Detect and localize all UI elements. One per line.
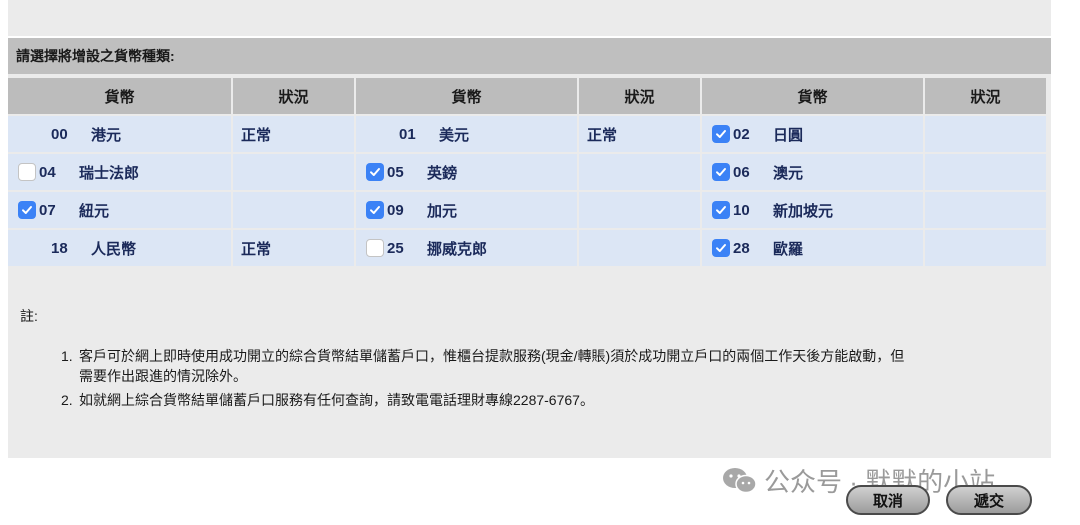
status-cell: [231, 192, 354, 228]
currency-panel: 請選擇將增設之貨幣種類: 貨幣 狀況 貨幣 狀況 貨幣 狀況 00 港元 正常 01 美…: [8, 38, 1051, 458]
currency-code: 07: [39, 201, 56, 219]
currency-code: 18: [51, 239, 68, 257]
header-status: 狀況: [577, 78, 700, 114]
status-text: 正常: [241, 240, 272, 258]
currency-name: 歐羅: [773, 240, 804, 258]
currency-name: 港元: [91, 126, 122, 144]
currency-name: 紐元: [79, 202, 110, 220]
currency-name: 加元: [427, 202, 458, 220]
checkmark-icon: [369, 166, 381, 178]
currency-code: 09: [387, 201, 404, 219]
checkmark-icon: [369, 204, 381, 216]
checkmark-icon: [715, 242, 727, 254]
currency-code: 01: [399, 125, 416, 143]
table-row: 18 人民幣 正常 25 挪威克郎 28 歐羅: [8, 230, 1046, 266]
header-currency: 貨幣: [354, 78, 577, 114]
currency-cell: 01 美元: [354, 116, 577, 152]
checkmark-icon: [715, 166, 727, 178]
table-row: 00 港元 正常 01 美元 正常 02 日圓: [8, 116, 1046, 152]
currency-cell[interactable]: 28 歐羅: [700, 230, 923, 266]
status-cell: 正常: [231, 230, 354, 266]
currency-cell: 00 港元: [8, 116, 231, 152]
currency-cell[interactable]: 09 加元: [354, 192, 577, 228]
note-item: 1. 客戶可於網上即時使用成功開立的綜合貨幣結單儲蓄戶口，惟櫃台提款服務(現金/…: [20, 346, 909, 386]
note-number: 1.: [61, 348, 73, 364]
currency-name: 日圓: [773, 126, 804, 144]
cancel-button[interactable]: 取消: [846, 485, 930, 515]
currency-code: 04: [39, 163, 56, 181]
currency-code: 05: [387, 163, 404, 181]
currency-code: 02: [733, 125, 750, 143]
currency-code: 06: [733, 163, 750, 181]
currency-cell[interactable]: 25 挪威克郎: [354, 230, 577, 266]
status-cell: 正常: [231, 116, 354, 152]
currency-checkbox[interactable]: [712, 125, 730, 143]
checkmark-icon: [715, 128, 727, 140]
currency-name: 人民幣: [91, 240, 137, 258]
note-text: 如就網上綜合貨幣結單儲蓄戶口服務有任何查詢，請致電電話理財專線2287-6767…: [79, 392, 594, 408]
currency-cell[interactable]: 05 英鎊: [354, 154, 577, 190]
currency-cell: 18 人民幣: [8, 230, 231, 266]
checkmark-icon: [21, 204, 33, 216]
top-strip: [8, 0, 1051, 36]
status-text: 正常: [587, 126, 618, 144]
status-cell: [923, 154, 1046, 190]
currency-table: 貨幣 狀況 貨幣 狀況 貨幣 狀況 00 港元 正常 01 美元 正常 02 日圓 04 瑞士法郎…: [8, 76, 1046, 268]
header-currency: 貨幣: [8, 78, 231, 114]
status-cell: [923, 230, 1046, 266]
notes: 註: 1. 客戶可於網上即時使用成功開立的綜合貨幣結單儲蓄戶口，惟櫃台提款服務(…: [20, 306, 909, 414]
currency-checkbox[interactable]: [712, 239, 730, 257]
status-text: 正常: [241, 126, 272, 144]
currency-code: 10: [733, 201, 750, 219]
header-currency: 貨幣: [700, 78, 923, 114]
status-cell: [577, 192, 700, 228]
currency-code: 28: [733, 239, 750, 257]
section-title: 請選擇將增設之貨幣種類:: [8, 38, 1051, 74]
status-cell: [577, 154, 700, 190]
header-status: 狀況: [923, 78, 1046, 114]
currency-cell[interactable]: 04 瑞士法郎: [8, 154, 231, 190]
currency-checkbox[interactable]: [366, 201, 384, 219]
currency-cell[interactable]: 02 日圓: [700, 116, 923, 152]
table-row: 04 瑞士法郎 05 英鎊 06 澳元: [8, 154, 1046, 190]
currency-name: 美元: [439, 126, 470, 144]
currency-name: 瑞士法郎: [79, 164, 140, 182]
currency-checkbox[interactable]: [366, 239, 384, 257]
notes-title: 註:: [20, 308, 38, 324]
currency-cell[interactable]: 06 澳元: [700, 154, 923, 190]
wechat-icon: [723, 467, 757, 493]
status-cell: 正常: [577, 116, 700, 152]
note-number: 2.: [61, 392, 73, 408]
note-item: 2. 如就網上綜合貨幣結單儲蓄戶口服務有任何查詢，請致電電話理財專線2287-6…: [20, 390, 909, 410]
notes-list: 1. 客戶可於網上即時使用成功開立的綜合貨幣結單儲蓄戶口，惟櫃台提款服務(現金/…: [20, 346, 909, 410]
currency-name: 挪威克郎: [427, 240, 488, 258]
currency-code: 00: [51, 125, 68, 143]
currency-checkbox[interactable]: [366, 163, 384, 181]
header-status: 狀況: [231, 78, 354, 114]
currency-name: 澳元: [773, 164, 804, 182]
currency-checkbox[interactable]: [712, 163, 730, 181]
currency-cell[interactable]: 10 新加坡元: [700, 192, 923, 228]
status-cell: [231, 154, 354, 190]
table-row: 07 紐元 09 加元 10 新加坡元: [8, 192, 1046, 228]
currency-name: 新加坡元: [773, 202, 834, 220]
table-header-row: 貨幣 狀況 貨幣 狀況 貨幣 狀況: [8, 78, 1046, 114]
checkmark-icon: [715, 204, 727, 216]
status-cell: [923, 192, 1046, 228]
currency-checkbox[interactable]: [18, 163, 36, 181]
currency-checkbox[interactable]: [18, 201, 36, 219]
currency-code: 25: [387, 239, 404, 257]
submit-button[interactable]: 遞交: [946, 485, 1032, 515]
currency-name: 英鎊: [427, 164, 458, 182]
status-cell: [923, 116, 1046, 152]
status-cell: [577, 230, 700, 266]
currency-checkbox[interactable]: [712, 201, 730, 219]
currency-cell[interactable]: 07 紐元: [8, 192, 231, 228]
note-text: 客戶可於網上即時使用成功開立的綜合貨幣結單儲蓄戶口，惟櫃台提款服務(現金/轉賬)…: [79, 348, 905, 384]
